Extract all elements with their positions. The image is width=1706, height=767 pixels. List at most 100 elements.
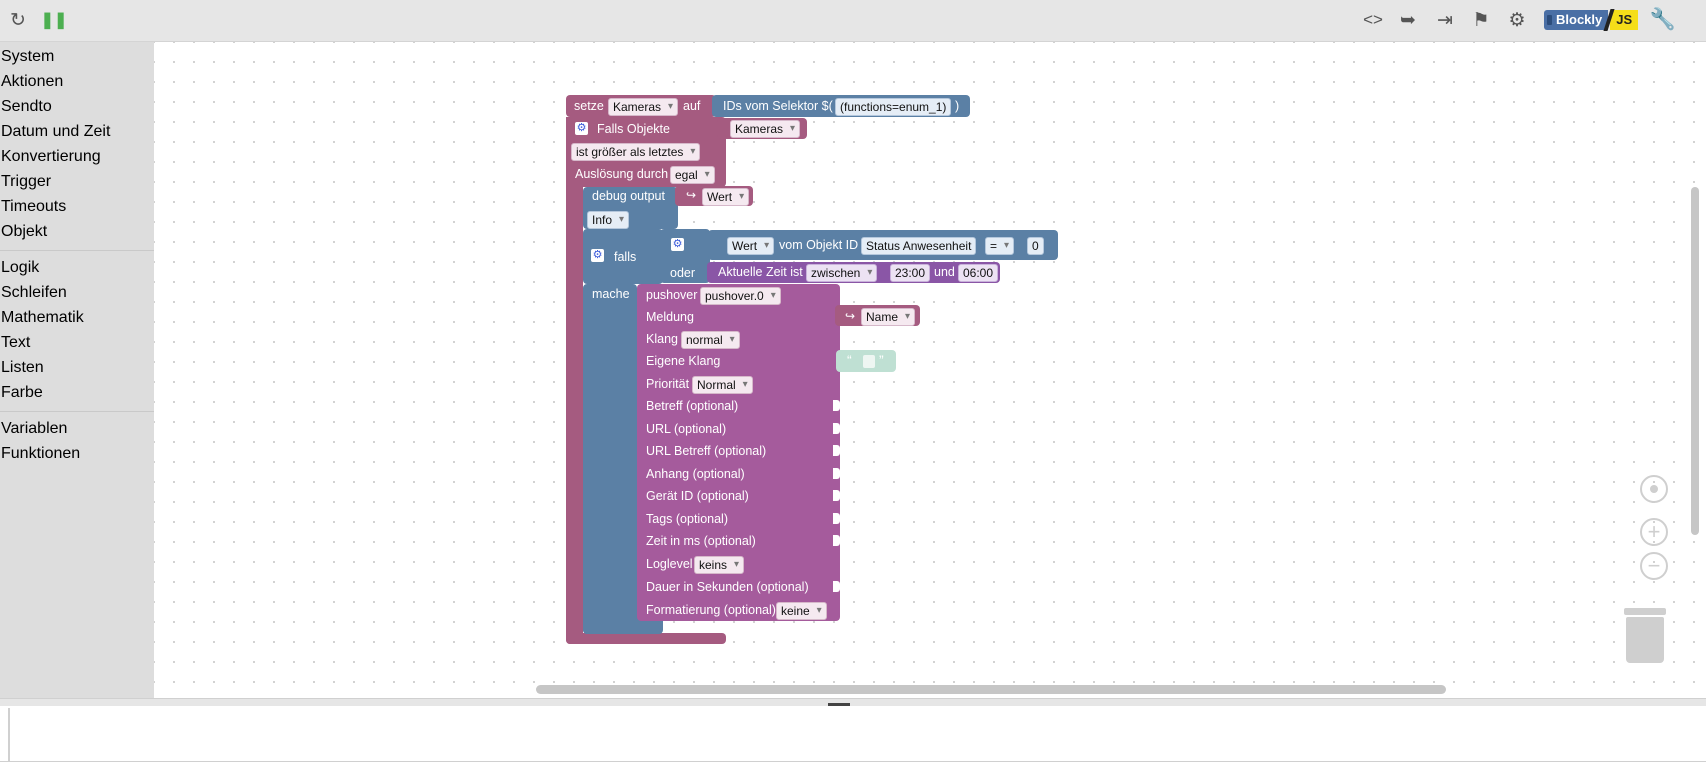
category-aktionen[interactable]: Aktionen bbox=[1, 73, 63, 91]
code-icon[interactable]: <> bbox=[1360, 7, 1386, 33]
trigger-label: Falls Objekte bbox=[597, 122, 670, 136]
compare-object-id[interactable]: Status Anwesenheit bbox=[861, 237, 977, 255]
log-panel-edge bbox=[8, 708, 10, 762]
input-notch bbox=[833, 535, 840, 546]
category-variablen[interactable]: Variablen bbox=[1, 420, 67, 438]
category-trigger[interactable]: Trigger bbox=[1, 173, 51, 191]
text-input[interactable] bbox=[863, 355, 875, 368]
export-icon[interactable]: ➥ bbox=[1395, 7, 1421, 33]
compare-number[interactable]: 0 bbox=[1027, 237, 1044, 255]
ack-label: Auslösung durch bbox=[575, 167, 669, 181]
debug-label: debug output bbox=[592, 189, 665, 203]
category-schleifen[interactable]: Schleifen bbox=[1, 284, 67, 302]
pause-icon[interactable]: ❚❚ bbox=[41, 7, 68, 33]
category-listen[interactable]: Listen bbox=[1, 359, 44, 377]
loglevel-dropdown[interactable]: keins bbox=[694, 556, 745, 574]
pushover-instance-dropdown[interactable]: pushover.0 bbox=[700, 287, 781, 305]
priority-label: Priorität bbox=[646, 377, 690, 391]
category-farbe[interactable]: Farbe bbox=[1, 384, 43, 402]
toolbox-separator bbox=[0, 250, 154, 251]
category-konvertierung[interactable]: Konvertierung bbox=[1, 148, 101, 166]
format-dropdown[interactable]: keine bbox=[776, 602, 827, 620]
recenter-icon[interactable] bbox=[1640, 475, 1668, 503]
checkered-flag-icon[interactable]: ⚑ bbox=[1468, 7, 1494, 33]
time-ms-label: Zeit in ms (optional) bbox=[646, 534, 756, 548]
category-system[interactable]: System bbox=[1, 48, 54, 66]
category-text[interactable]: Text bbox=[1, 334, 30, 352]
time-and-label: und bbox=[934, 265, 955, 279]
input-notch bbox=[833, 400, 840, 411]
settings-gear-icon[interactable]: ⚙ bbox=[575, 122, 588, 135]
blockly-js-toggle[interactable]: Blockly JS bbox=[1544, 9, 1640, 31]
input-notch bbox=[833, 445, 840, 456]
time-mode-dropdown[interactable]: zwischen bbox=[806, 264, 878, 282]
do-label: mache bbox=[592, 287, 630, 301]
zoom-out-icon[interactable]: − bbox=[1640, 552, 1668, 580]
var-dropdown[interactable]: Kameras bbox=[608, 98, 679, 116]
input-notch bbox=[833, 423, 840, 434]
variable-get-icon: ↪ bbox=[686, 188, 697, 202]
category-mathematik[interactable]: Mathematik bbox=[1, 309, 84, 327]
compare-operator-dropdown[interactable]: = bbox=[985, 237, 1015, 255]
if-gear-icon[interactable]: ⚙ bbox=[591, 249, 604, 262]
toolbox-sidebar: System Aktionen Sendto Datum und Zeit Ko… bbox=[0, 42, 154, 698]
pushover-label: pushover bbox=[646, 288, 698, 302]
if-label: falls bbox=[614, 250, 637, 264]
category-logik[interactable]: Logik bbox=[1, 259, 39, 277]
ack-dropdown[interactable]: egal bbox=[670, 166, 715, 184]
trigger-block-bottom bbox=[566, 633, 726, 644]
or-label: oder bbox=[670, 266, 696, 280]
log-panel bbox=[0, 706, 1706, 767]
category-objekt[interactable]: Objekt bbox=[1, 223, 47, 241]
refresh-icon[interactable]: ↻ bbox=[5, 7, 31, 33]
compare-value-dropdown[interactable]: Wert bbox=[727, 237, 775, 255]
selector-label: IDs vom Selektor $( bbox=[723, 99, 833, 113]
selector-value[interactable]: (functions=enum_1) bbox=[835, 98, 952, 116]
message-value-dropdown[interactable]: Name bbox=[861, 308, 916, 326]
debug-level-dropdown[interactable]: Info bbox=[587, 211, 630, 229]
condition-dropdown[interactable]: ist größer als letztes bbox=[571, 143, 701, 161]
category-timeouts[interactable]: Timeouts bbox=[1, 198, 66, 216]
selector-close: ) bbox=[955, 99, 960, 113]
trash-icon[interactable] bbox=[1626, 617, 1664, 663]
vertical-scrollbar[interactable] bbox=[1691, 187, 1699, 535]
input-notch bbox=[833, 581, 840, 592]
input-notch bbox=[833, 490, 840, 501]
input-notch bbox=[833, 468, 840, 479]
time-end[interactable]: 06:00 bbox=[958, 264, 999, 282]
debug-value-dropdown[interactable]: Wert bbox=[702, 188, 750, 206]
log-panel-border bbox=[0, 761, 1706, 762]
input-notch bbox=[833, 513, 840, 524]
compare-object-label: vom Objekt ID bbox=[779, 238, 859, 252]
panel-splitter[interactable] bbox=[0, 698, 1706, 706]
time-label: Aktuelle Zeit ist bbox=[718, 265, 803, 279]
attachment-label: Anhang (optional) bbox=[646, 467, 745, 481]
sound-dropdown[interactable]: normal bbox=[681, 331, 740, 349]
category-funktionen[interactable]: Funktionen bbox=[1, 445, 80, 463]
subject-label: Betreff (optional) bbox=[646, 399, 739, 413]
block-left-edge bbox=[566, 117, 583, 644]
objects-dropdown[interactable]: Kameras bbox=[730, 120, 801, 138]
duration-label: Dauer in Sekunden (optional) bbox=[646, 580, 809, 594]
time-start[interactable]: 23:00 bbox=[890, 264, 931, 282]
zoom-in-icon[interactable]: + bbox=[1640, 518, 1668, 546]
category-sendto[interactable]: Sendto bbox=[1, 98, 52, 116]
if-block-left-edge bbox=[583, 284, 637, 634]
loglevel-label: Loglevel bbox=[646, 557, 693, 571]
category-datum-und-zeit[interactable]: Datum und Zeit bbox=[1, 123, 110, 141]
message-label: Meldung bbox=[646, 310, 694, 324]
url-subject-label: URL Betreff (optional) bbox=[646, 444, 767, 458]
import-icon[interactable]: ⇥ bbox=[1432, 7, 1458, 33]
or-gear-icon[interactable]: ⚙ bbox=[671, 238, 684, 251]
blockly-workspace[interactable] bbox=[154, 42, 1699, 698]
wrench-icon[interactable]: 🔧 bbox=[1650, 7, 1676, 33]
horizontal-scrollbar[interactable] bbox=[536, 685, 1446, 694]
gear-icon[interactable]: ⚙ bbox=[1504, 7, 1530, 33]
js-logo: JS bbox=[1610, 10, 1639, 30]
trash-lid bbox=[1624, 608, 1666, 615]
blockly-logo: Blockly bbox=[1544, 10, 1609, 30]
sound-label: Klang bbox=[646, 332, 678, 346]
own-sound-label: Eigene Klang bbox=[646, 354, 721, 368]
priority-dropdown[interactable]: Normal bbox=[692, 376, 753, 394]
to-label: auf bbox=[683, 99, 701, 113]
